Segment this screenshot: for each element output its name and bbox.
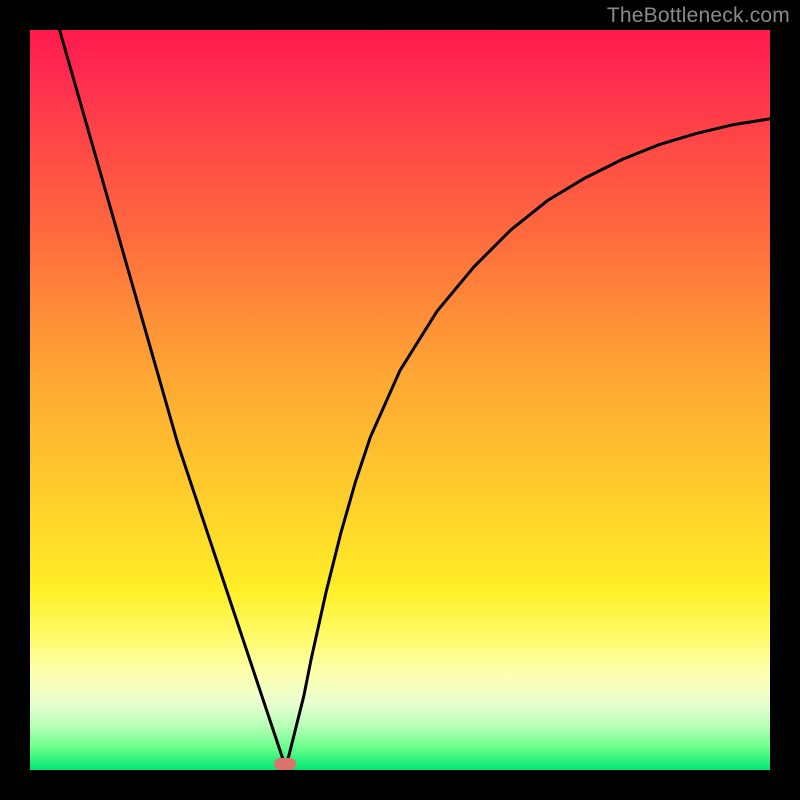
chart-frame: TheBottleneck.com (0, 0, 800, 800)
minimum-marker (274, 758, 296, 770)
bottleneck-curve (30, 30, 770, 770)
watermark-text: TheBottleneck.com (607, 4, 790, 28)
plot-area (30, 30, 770, 770)
